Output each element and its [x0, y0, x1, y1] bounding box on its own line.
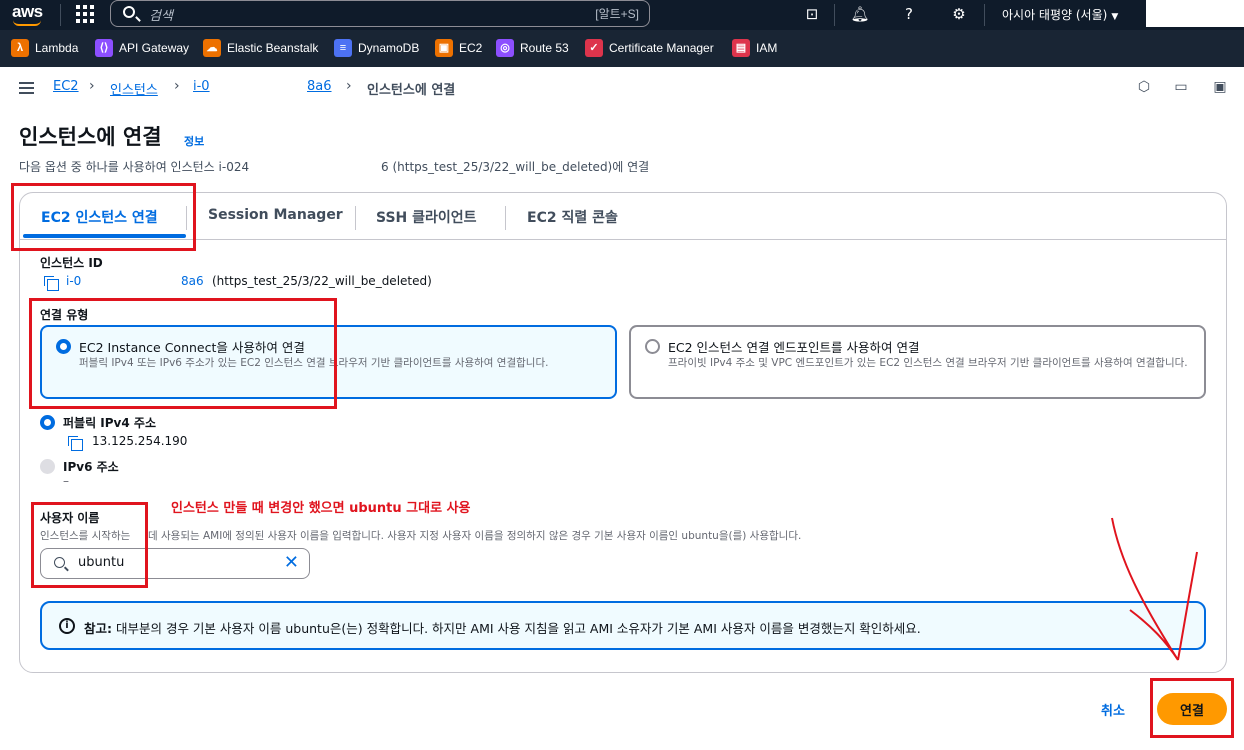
annotation-arrow [1111, 517, 1198, 661]
